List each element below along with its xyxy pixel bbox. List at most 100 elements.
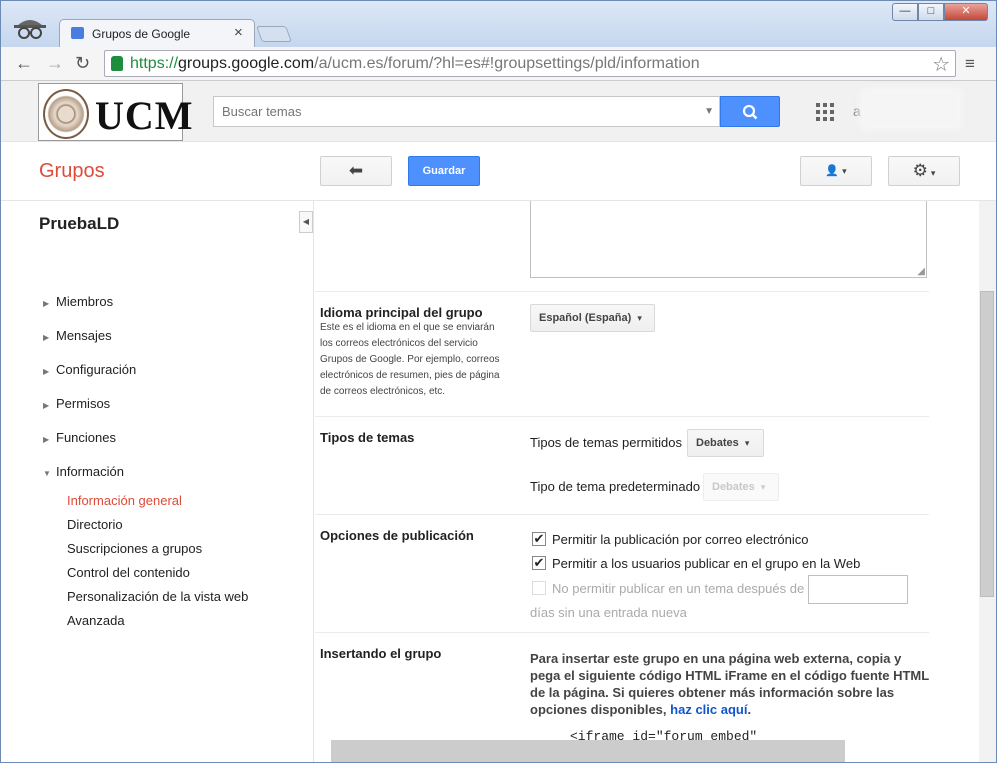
groups-title[interactable]: Grupos [39, 160, 105, 183]
google-bar: UCM ▼ a [1, 81, 996, 142]
close-window-button[interactable]: ✕ [944, 3, 988, 21]
settings-main: ◢ Idioma principal del grupo Este es el … [315, 201, 979, 762]
maximize-button[interactable]: □ [918, 3, 944, 21]
search-box: ▼ [213, 96, 720, 127]
search-input[interactable] [214, 97, 704, 126]
lock-topic-checkbox [532, 581, 546, 595]
embed-label: Insertando el grupo [320, 646, 442, 661]
sidebar-item-label: Permisos [56, 396, 111, 411]
sidebar-subitem-control-contenido[interactable]: Control del contenido [67, 565, 190, 580]
sidebar: PruebaLD ◀ ▶ Miembros ▶ Mensajes ▶ Configur… [1, 201, 314, 762]
sidebar-item-label: Miembros [56, 294, 114, 309]
embed-instructions: Para insertar este grupo en una página w… [530, 650, 930, 718]
embed-help-link[interactable]: haz clic aquí [670, 702, 747, 717]
app-header: Grupos ⬅ Guardar 👤 ▾ ⚙ ▾ [1, 143, 996, 201]
vertical-scrollbar[interactable] [979, 201, 996, 762]
title-bar: Grupos de Google × — □ ✕ [1, 1, 996, 47]
expand-arrow-icon: ▶ [43, 401, 50, 410]
email-posting-label: Permitir la publicación por correo elect… [552, 532, 809, 547]
sidebar-subitem-suscripciones[interactable]: Suscripciones a grupos [67, 541, 202, 556]
sidebar-item-mensajes[interactable]: ▶ Mensajes [43, 328, 112, 343]
divider [315, 291, 929, 292]
resize-grip-icon[interactable]: ◢ [917, 266, 925, 277]
allowed-topic-types-label: Tipos de temas permitidos [530, 435, 682, 450]
chevron-down-icon: ▾ [744, 438, 750, 448]
new-tab-button[interactable] [256, 26, 292, 42]
scrollbar-thumb[interactable] [980, 291, 994, 597]
reload-icon[interactable]: ↻ [75, 53, 90, 73]
bookmark-star-icon[interactable]: ☆ [932, 52, 950, 77]
minimize-button[interactable]: — [892, 3, 918, 21]
address-bar[interactable]: https://groups.google.com/a/ucm.es/forum… [104, 50, 956, 77]
search-button[interactable] [720, 96, 780, 127]
expand-arrow-icon: ▶ [43, 367, 50, 376]
divider [315, 416, 929, 417]
expand-arrow-icon: ▶ [43, 299, 50, 308]
back-button[interactable]: ⬅ [320, 156, 392, 186]
tab-title: Grupos de Google [92, 27, 191, 41]
back-icon[interactable]: ← [15, 53, 33, 73]
collapse-sidebar-button[interactable]: ◀ [299, 211, 313, 233]
language-description: Este es el idioma en el que se enviarán … [320, 322, 500, 397]
lock-topic-label: No permitir publicar en un tema después … [552, 581, 805, 596]
sidebar-item-informacion[interactable]: ▼ Información [43, 464, 124, 479]
search-icon [742, 104, 758, 120]
horizontal-scrollbar[interactable] [331, 740, 845, 762]
allowed-topic-value: Debates [696, 437, 739, 449]
group-name: PruebaLD [39, 214, 120, 233]
chrome-menu-icon[interactable]: ≡ [965, 54, 975, 74]
gear-icon: ⚙ [912, 161, 928, 180]
sidebar-item-label: Información [56, 464, 124, 479]
browser-toolbar: ← → ↻ https://groups.google.com/a/ucm.es… [1, 47, 996, 81]
browser-tab[interactable]: Grupos de Google × [59, 19, 255, 47]
settings-button[interactable]: ⚙ ▾ [888, 156, 960, 186]
topic-types-label: Tipos de temas [320, 430, 415, 445]
url-scheme: https:// [130, 55, 179, 72]
account-blur [859, 87, 963, 131]
forward-icon[interactable]: → [46, 53, 64, 73]
back-arrow-icon: ⬅ [348, 161, 364, 180]
lock-icon [111, 56, 123, 71]
embed-period: . [747, 702, 752, 717]
days-suffix-label: días sin una entrada nueva [530, 605, 687, 620]
tab-close-icon[interactable]: × [234, 24, 243, 41]
sidebar-item-miembros[interactable]: ▶ Miembros [43, 294, 113, 309]
chevron-down-icon: ▾ [842, 166, 847, 176]
save-button[interactable]: Guardar [408, 156, 480, 186]
sidebar-item-permisos[interactable]: ▶ Permisos [43, 396, 110, 411]
ucm-seal-icon [43, 89, 89, 139]
sidebar-item-configuracion[interactable]: ▶ Configuración [43, 362, 136, 377]
sidebar-item-funciones[interactable]: ▶ Funciones [43, 430, 116, 445]
url-text: https://groups.google.com/a/ucm.es/forum… [130, 55, 700, 73]
apps-grid-icon[interactable] [816, 103, 834, 121]
posting-options-label: Opciones de publicación [320, 528, 474, 543]
web-posting-checkbox[interactable]: ✔ [532, 556, 546, 570]
divider [315, 632, 929, 633]
sidebar-subitem-informacion-general[interactable]: Información general [67, 493, 182, 508]
chevron-down-icon: ▾ [930, 168, 936, 178]
search-dropdown-icon[interactable]: ▼ [704, 106, 714, 117]
ucm-logo[interactable]: UCM [38, 83, 193, 141]
collapse-arrow-icon: ▼ [43, 469, 51, 478]
sidebar-subitem-directorio[interactable]: Directorio [67, 517, 123, 532]
sidebar-item-label: Configuración [56, 362, 137, 377]
url-path: /a/ucm.es/forum/?hl=es#!groupsettings/pl… [314, 55, 700, 72]
logo-text: UCM [95, 93, 194, 138]
language-label: Idioma principal del grupo [320, 305, 483, 320]
days-input[interactable] [808, 575, 908, 604]
expand-arrow-icon: ▶ [43, 333, 50, 342]
sidebar-item-label: Mensajes [56, 328, 112, 343]
sidebar-subitem-personalizacion[interactable]: Personalización de la vista web [67, 589, 248, 604]
description-textarea[interactable]: ◢ [530, 201, 927, 278]
url-host: groups.google.com [178, 55, 315, 72]
expand-arrow-icon: ▶ [43, 435, 50, 444]
member-menu-button[interactable]: 👤 ▾ [800, 156, 872, 186]
sidebar-subitem-avanzada[interactable]: Avanzada [67, 613, 125, 628]
default-topic-type-select: Debates ▾ [703, 473, 779, 501]
language-value: Español (España) [539, 312, 632, 324]
allowed-topic-types-select[interactable]: Debates ▾ [687, 429, 764, 457]
language-select[interactable]: Español (España) ▾ [530, 304, 655, 332]
chevron-down-icon: ▾ [760, 482, 766, 492]
email-posting-checkbox[interactable]: ✔ [532, 532, 546, 546]
default-topic-type-label: Tipo de tema predeterminado [530, 479, 701, 494]
